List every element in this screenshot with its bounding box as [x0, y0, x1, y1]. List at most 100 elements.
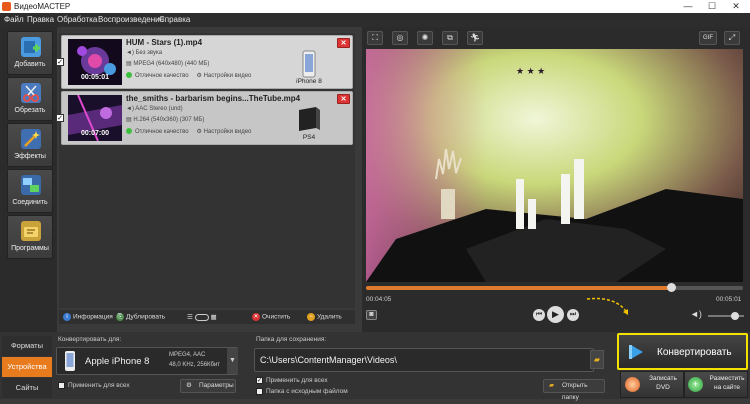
apply-all-checkbox[interactable]	[58, 382, 65, 389]
total-time: 00:05:01	[716, 296, 742, 303]
params-label: Параметры	[199, 382, 234, 389]
title-bar: ВидеоМАСТЕР — ☐ ✕	[0, 0, 750, 13]
video-settings-link[interactable]: Настройки видео	[204, 129, 252, 135]
open-folder-button[interactable]: ▰ Открыть папку	[543, 379, 605, 401]
gear-icon: ⚙	[196, 73, 204, 79]
file-item[interactable]: ✓ 00:05:01 HUM - Stars (1).mp4 ◄) Без зв…	[56, 35, 353, 89]
add-button[interactable]: Добавить	[7, 31, 53, 75]
params-button[interactable]: ⚙ Параметры	[180, 379, 236, 393]
quality-icon	[126, 128, 132, 135]
brightness-icon[interactable]: ✺	[417, 31, 433, 45]
add-film-icon	[21, 37, 41, 57]
menu-playback[interactable]: Воспроизведение	[98, 15, 164, 24]
menu-help[interactable]: Справка	[159, 15, 190, 24]
maximize-button[interactable]: ☐	[700, 0, 724, 13]
quality-icon	[126, 72, 132, 79]
video-frame: ★ ★ ★	[366, 49, 743, 282]
effects-button-label: Эффекты	[14, 153, 46, 160]
output-path-field[interactable]: C:\Users\ContentManager\Videos\	[254, 348, 594, 372]
audio-info: Без звука	[135, 50, 163, 56]
video-settings-link[interactable]: Настройки видео	[204, 73, 252, 79]
video-info: H.264 (540x360) (307 МБ)	[133, 117, 205, 123]
current-time: 00:04:05	[366, 296, 392, 303]
burn-dvd-button[interactable]: Записать DVD	[620, 371, 684, 398]
apply-all-folder-checkbox[interactable]: ✓	[256, 377, 263, 384]
snapshot-icon[interactable]: ◙	[366, 310, 377, 320]
close-button[interactable]: ✕	[724, 0, 748, 13]
convert-button[interactable]: Конвертировать	[617, 333, 748, 370]
duplicate-button[interactable]: ⎘ Дублировать	[116, 313, 165, 321]
crop-icon[interactable]: ⛶	[367, 31, 383, 45]
previous-icon[interactable]: ⏮︎	[533, 309, 545, 321]
programs-button[interactable]: Программы	[7, 215, 53, 259]
folder-icon: ▰	[549, 382, 554, 389]
clear-label: Очистить	[262, 313, 291, 321]
quality-link[interactable]: Отличное качество	[135, 73, 189, 79]
device-format: MPEG4, AAC	[169, 352, 206, 358]
tab-devices[interactable]: Устройства	[2, 357, 52, 377]
play-icon[interactable]: ▶	[547, 306, 564, 323]
device-select[interactable]: Apple iPhone 8 MPEG4, AAC 48,0 KHz, 256К…	[56, 347, 238, 375]
sidebar: Добавить Обрезать Эффекты Соединить Прог…	[0, 27, 57, 332]
device-name: PS4	[302, 134, 316, 141]
minimize-button[interactable]: —	[676, 0, 700, 13]
text-overlay-icon[interactable]: ⧉	[442, 31, 458, 45]
programs-icon	[21, 221, 41, 241]
grid-view-icon: ▦	[210, 314, 217, 321]
delete-icon: −	[307, 313, 315, 321]
device-target[interactable]: iPhone 8	[294, 50, 324, 85]
audio-icon: ◄)	[126, 106, 136, 112]
info-label: Информация	[73, 313, 113, 321]
apply-all-folder-label: Применить для всех	[266, 377, 328, 384]
next-icon[interactable]: ⏭︎	[567, 309, 579, 321]
burn-dvd-label-1: Записать	[649, 375, 677, 382]
chevron-down-icon[interactable]: ▼	[227, 348, 238, 374]
file-item[interactable]: ✓ 00:07:00 the_smiths - barbarism begins…	[56, 91, 353, 145]
upload-label-2: на сайте	[713, 384, 741, 391]
ps4-icon	[299, 107, 320, 131]
menu-file[interactable]: Файл	[4, 15, 24, 24]
duration-label: 00:05:01	[80, 74, 110, 81]
remove-file-button[interactable]: ✕	[337, 38, 350, 48]
file-checkbox[interactable]: ✓	[56, 114, 64, 122]
join-button[interactable]: Соединить	[7, 169, 53, 213]
stabilize-icon[interactable]: ◎	[392, 31, 408, 45]
upload-label-1: Разместить	[709, 375, 745, 382]
convert-for-label: Конвертировать для:	[58, 336, 122, 343]
duplicate-icon: ⎘	[116, 313, 124, 321]
fullscreen-icon[interactable]: ⤢	[724, 31, 740, 45]
volume-icon[interactable]: ◄)	[690, 309, 702, 319]
video-info: MPEG4 (640x480) (440 МБ)	[133, 61, 210, 67]
clear-button[interactable]: ✕ Очистить	[252, 313, 290, 321]
device-target[interactable]: PS4	[294, 106, 324, 141]
dvd-icon	[625, 377, 640, 392]
file-checkbox[interactable]: ✓	[56, 58, 64, 66]
audio-icon: ◄)	[126, 50, 136, 56]
view-toggle[interactable]: ☰ ▦	[187, 313, 217, 321]
effects-button[interactable]: Эффекты	[7, 123, 53, 167]
delete-button[interactable]: − Удалить	[307, 313, 342, 321]
remove-file-button[interactable]: ✕	[337, 94, 350, 104]
menu-processing[interactable]: Обработка	[57, 15, 97, 24]
trim-button[interactable]: Обрезать	[7, 77, 53, 121]
file-list: ✓ 00:05:01 HUM - Stars (1).mp4 ◄) Без зв…	[56, 33, 355, 308]
menu-edit[interactable]: Правка	[27, 15, 54, 24]
programs-button-label: Программы	[11, 245, 49, 252]
trim-button-label: Обрезать	[14, 107, 46, 114]
source-folder-checkbox[interactable]	[256, 388, 263, 395]
clear-icon: ✕	[252, 313, 260, 321]
tab-formats[interactable]: Форматы	[2, 336, 52, 356]
hint-arrow-icon	[586, 297, 628, 315]
file-name: the_smiths - barbarism begins...TheTube.…	[126, 94, 301, 103]
speed-icon[interactable]: 🏃︎	[467, 31, 483, 45]
iphone-icon	[65, 351, 75, 371]
gif-icon[interactable]: GIF	[699, 31, 717, 45]
upload-site-button[interactable]: + Разместить на сайте	[684, 371, 748, 398]
quality-link[interactable]: Отличное качество	[135, 129, 189, 135]
info-button[interactable]: i Информация	[63, 313, 113, 321]
volume-handle[interactable]	[731, 312, 739, 320]
device-audio: 48,0 KHz, 256Кбит	[169, 362, 221, 368]
browse-folder-icon[interactable]: ▰	[590, 350, 604, 369]
tab-sites[interactable]: Сайты	[2, 378, 52, 398]
svg-text:★ ★ ★: ★ ★ ★	[516, 66, 545, 76]
